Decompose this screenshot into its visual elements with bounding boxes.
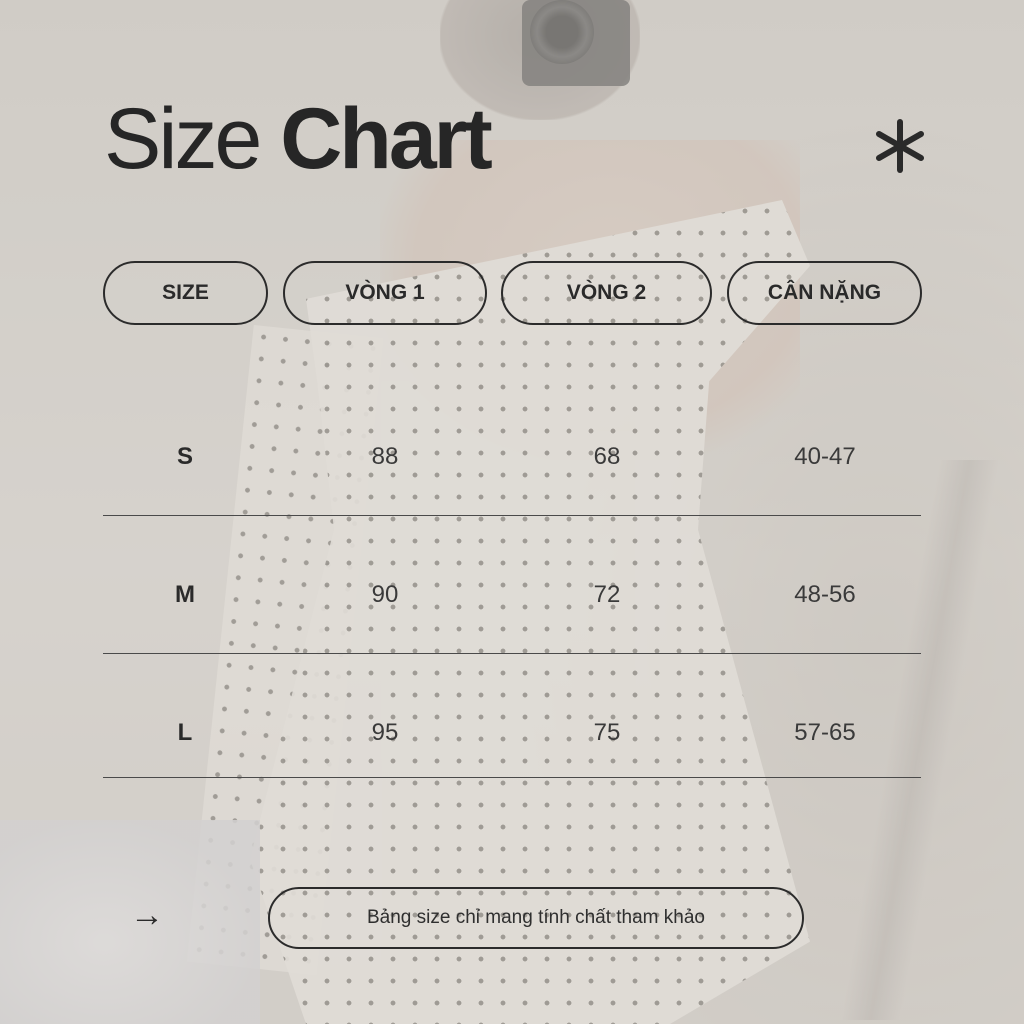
cell-can-nang: 48-56	[794, 581, 856, 608]
cell-vong-1: 95	[371, 719, 399, 746]
header-vong-2: VÒNG 2	[501, 261, 712, 325]
cell-vong-1: 88	[371, 443, 399, 470]
page-title: Size Chart	[104, 96, 493, 182]
row-divider	[103, 515, 921, 516]
cell-size: M	[175, 581, 195, 608]
cell-vong-2: 72	[593, 581, 621, 608]
title-bold: Chart	[280, 91, 493, 187]
row-divider	[103, 653, 921, 654]
table-row: M 90 72 48-56	[0, 581, 1024, 621]
cell-can-nang: 40-47	[794, 443, 856, 470]
header-vong-1: VÒNG 1	[283, 261, 487, 325]
header-size: SIZE	[103, 261, 268, 325]
row-divider	[103, 777, 921, 778]
cell-vong-2: 68	[593, 443, 621, 470]
cell-vong-1: 90	[371, 581, 399, 608]
table-header: SIZE VÒNG 1 VÒNG 2 CÂN NẶNG	[0, 261, 1024, 329]
cell-vong-2: 75	[593, 719, 621, 746]
cell-size: S	[176, 443, 194, 470]
reference-note: Bảng size chỉ mang tính chất tham khảo	[268, 887, 804, 949]
cell-size: L	[177, 719, 193, 746]
table-row: S 88 68 40-47	[0, 443, 1024, 483]
cell-can-nang: 57-65	[794, 719, 856, 746]
title-light: Size	[104, 91, 262, 187]
asterisk-icon	[876, 119, 924, 173]
arrow-right-icon: →	[130, 896, 164, 934]
table-row: L 95 75 57-65	[0, 719, 1024, 759]
header-can-nang: CÂN NẶNG	[727, 261, 922, 325]
